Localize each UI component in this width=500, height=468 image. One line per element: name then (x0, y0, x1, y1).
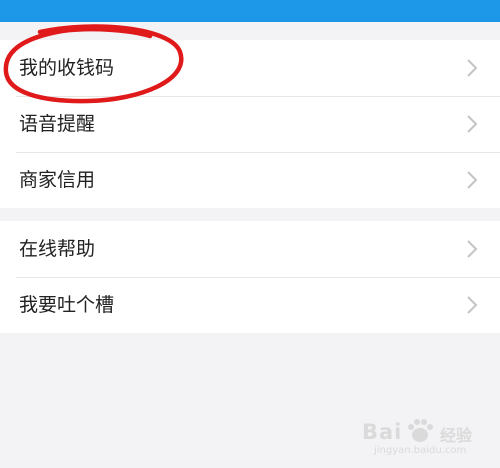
chevron-right-icon (467, 296, 478, 314)
list-item-voice-reminder[interactable]: 语音提醒 (0, 96, 500, 152)
watermark-url: jingyan.baidu.com (374, 445, 467, 456)
watermark-suffix: 经验 (440, 426, 473, 445)
list-item-feedback[interactable]: 我要吐个槽 (0, 277, 500, 333)
chevron-right-icon (467, 240, 478, 258)
baidu-jingyan-watermark: Bai 经验 jingyan.baidu.com (352, 412, 494, 460)
chevron-right-icon (467, 115, 478, 133)
watermark-brand: Bai (362, 420, 403, 444)
list-item-label: 语音提醒 (19, 113, 96, 135)
paw-icon (408, 419, 433, 442)
chevron-right-icon (467, 171, 478, 189)
list-item-online-help[interactable]: 在线帮助 (0, 221, 500, 277)
list-item-merchant-credit[interactable]: 商家信用 (0, 152, 500, 208)
menu-group-merchant: 我的收钱码 语音提醒 商家信用 (0, 40, 500, 208)
list-item-payment-code[interactable]: 我的收钱码 (0, 40, 500, 96)
top-bar (0, 0, 500, 22)
list-item-label: 我的收钱码 (19, 57, 115, 79)
chevron-right-icon (467, 59, 478, 77)
list-item-label: 商家信用 (19, 169, 96, 191)
list-item-label: 我要吐个槽 (19, 294, 115, 316)
menu-group-support: 在线帮助 我要吐个槽 (0, 221, 500, 333)
list-item-label: 在线帮助 (19, 238, 96, 260)
